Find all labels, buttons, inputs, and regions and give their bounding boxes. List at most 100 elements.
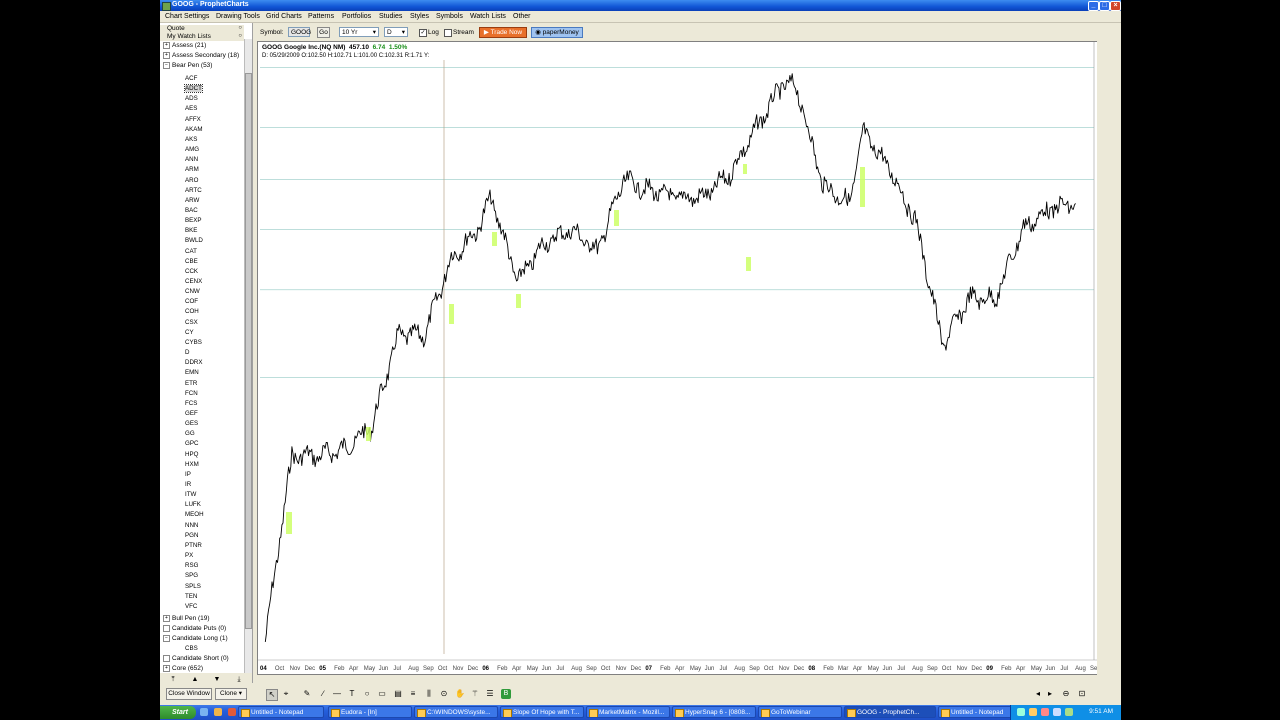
close-icon[interactable]: ○ xyxy=(238,25,242,31)
taskbar-task[interactable]: MarketMatrix - Mozill... xyxy=(586,706,670,718)
menu-patterns[interactable]: Patterns xyxy=(308,13,334,20)
watchlist-group[interactable]: + Bull Pen (19) xyxy=(163,615,210,622)
chart-hscroll[interactable] xyxy=(460,676,1090,684)
range-select[interactable]: 10 Yr ▾ xyxy=(339,27,379,37)
watchlist-symbol[interactable]: CYBS xyxy=(185,339,202,346)
watchlist-symbol[interactable]: BEXP xyxy=(185,217,202,224)
watchlist-symbol[interactable]: IR xyxy=(185,481,191,488)
menu-portfolios[interactable]: Portfolios xyxy=(342,13,371,20)
watchlist-symbol[interactable]: AFFX xyxy=(185,116,201,123)
expand-toggle-icon[interactable]: + xyxy=(163,665,170,672)
watchlist-group[interactable]: + Assess Secondary (18) xyxy=(163,52,239,59)
watchlist-group[interactable]: + Core (652) xyxy=(163,665,203,672)
watchlist-symbol[interactable]: CAT xyxy=(185,248,197,255)
watchlist-symbol[interactable]: D xyxy=(185,349,189,356)
papermoney-button[interactable]: ◉ paperMoney xyxy=(531,27,583,38)
line-icon[interactable]: ∕ xyxy=(318,689,328,699)
rectangle-icon[interactable]: ▭ xyxy=(377,689,387,699)
taskbar-task[interactable]: Slope Of Hope with T... xyxy=(500,706,584,718)
bars-icon[interactable]: ⫼ xyxy=(424,689,434,699)
watchlist-symbol[interactable]: PTNR xyxy=(185,542,202,549)
watchlist-symbol[interactable]: ANN xyxy=(185,156,198,163)
watchlist-symbol[interactable]: HXM xyxy=(185,461,199,468)
minimize-icon[interactable]: _ xyxy=(1088,1,1099,11)
watchlist-symbol[interactable]: IP xyxy=(185,471,191,478)
taskbar-task[interactable]: C:\WINDOWS\syste... xyxy=(414,706,498,718)
title-bar[interactable]: GOOG - ProphetCharts _ □ × xyxy=(160,0,1121,11)
watchlist-symbol[interactable]: TEN xyxy=(185,593,197,600)
watchlist-symbol[interactable]: FCS xyxy=(185,400,197,407)
watchlist-symbol[interactable]: SPG xyxy=(185,572,198,579)
close-icon[interactable]: × xyxy=(1110,1,1121,11)
watchlist-symbol[interactable]: LUFK xyxy=(185,501,201,508)
menu-watch-lists[interactable]: Watch Lists xyxy=(470,13,506,20)
stream-checkbox[interactable] xyxy=(444,29,452,37)
watchlist-symbol[interactable]: GPC xyxy=(185,440,198,447)
tray-app-icon[interactable] xyxy=(1065,708,1073,716)
firefox-icon[interactable] xyxy=(228,708,236,716)
taskbar-task[interactable]: Untitled - Notepad xyxy=(238,706,324,718)
watchlist-symbol[interactable]: CNW xyxy=(185,288,200,295)
watchlist-group[interactable]: − Bear Pen (53) xyxy=(163,62,212,69)
zoom-out-icon[interactable]: ⊖ xyxy=(1061,689,1071,699)
watchlist-symbol[interactable]: PX xyxy=(185,552,193,559)
watchlist-symbol[interactable]: ETR xyxy=(185,380,197,387)
browser-icon[interactable] xyxy=(214,708,222,716)
menu-other[interactable]: Other xyxy=(513,13,531,20)
menu-grid-charts[interactable]: Grid Charts xyxy=(266,13,302,20)
move-bottom-icon[interactable]: ⤓ xyxy=(234,675,244,685)
watchlist-symbol[interactable]: COF xyxy=(185,298,198,305)
watchlist-symbol[interactable]: ARW xyxy=(185,197,199,204)
watchlist-symbol[interactable]: GG xyxy=(185,430,195,437)
expand-toggle-icon[interactable]: + xyxy=(163,52,170,59)
watchlist-symbol[interactable]: ARTC xyxy=(185,187,202,194)
watchlist-symbol[interactable]: BWLD xyxy=(185,237,203,244)
ellipse-icon[interactable]: ○ xyxy=(362,689,372,699)
watchlist-symbol[interactable]: CBS xyxy=(185,645,198,652)
close-window-button[interactable]: Close Window xyxy=(166,688,212,700)
watchlist-symbol[interactable]: PGN xyxy=(185,532,198,539)
watchlist-symbol[interactable]: RSG xyxy=(185,562,198,569)
taskbar-task[interactable]: GOOG - ProphetCh... xyxy=(844,706,936,718)
scroll-left-icon[interactable]: ◂ xyxy=(1033,689,1043,699)
crosshair-icon[interactable]: ⌖ xyxy=(281,689,291,699)
watchlist-symbol[interactable]: ADS xyxy=(185,95,198,102)
expand-toggle-icon[interactable]: − xyxy=(163,635,170,642)
expand-toggle-icon[interactable]: + xyxy=(163,42,170,49)
watchlist-symbol[interactable]: ARO xyxy=(185,177,198,184)
taskbar-task[interactable]: HyperSnap 6 - [0808... xyxy=(672,706,756,718)
watchlist-group[interactable]: + Assess (21) xyxy=(163,42,206,49)
zoom-icon[interactable]: ⊙ xyxy=(439,689,449,699)
volume-icon[interactable] xyxy=(1029,708,1037,716)
watchlist-symbol[interactable]: AMG xyxy=(185,146,199,153)
trade-now-button[interactable]: ▶ Trade Now xyxy=(479,27,527,38)
watchlist-symbol[interactable]: AES xyxy=(185,105,197,112)
watchlists-header[interactable]: My Watch Lists ○ xyxy=(160,33,244,41)
scroll-thumb[interactable] xyxy=(245,73,252,629)
watchlist-symbol[interactable]: COH xyxy=(185,308,199,315)
expand-toggle-icon[interactable] xyxy=(163,655,170,662)
pencil-icon[interactable]: ✎ xyxy=(302,689,312,699)
close-icon[interactable]: ○ xyxy=(238,33,242,39)
start-button[interactable]: Start xyxy=(160,706,196,719)
menu-chart-settings[interactable]: Chart Settings xyxy=(165,13,209,20)
move-up-icon[interactable]: ▲ xyxy=(190,675,200,685)
price-chart[interactable]: 1001101201301401501601701801902002102202… xyxy=(257,41,1099,675)
watchlist-symbol[interactable]: ARM xyxy=(185,166,199,173)
watchlist-symbol[interactable]: EMN xyxy=(185,369,199,376)
watchlist-symbol[interactable]: CCK xyxy=(185,268,198,275)
go-button[interactable]: Go xyxy=(317,27,330,38)
watchlist-symbol[interactable]: MEOH xyxy=(185,511,204,518)
security-icon[interactable] xyxy=(1041,708,1049,716)
watchlist-symbol[interactable]: CY xyxy=(185,329,194,336)
quote-header[interactable]: Quote ○ xyxy=(160,25,244,33)
watchlist-group[interactable]: − Candidate Long (1) xyxy=(163,635,228,642)
menu-studies[interactable]: Studies xyxy=(379,13,402,20)
network-icon[interactable] xyxy=(1017,708,1025,716)
sidebar-scrollbar[interactable] xyxy=(244,39,252,675)
taskbar-task[interactable]: GoToWebinar xyxy=(758,706,842,718)
watchlist-symbol[interactable]: CSX xyxy=(185,319,198,326)
watchlist-symbol[interactable]: ADCT xyxy=(184,84,203,94)
watchlist-symbol[interactable]: HPQ xyxy=(185,451,198,458)
channel-icon[interactable]: ▤ xyxy=(393,689,403,699)
